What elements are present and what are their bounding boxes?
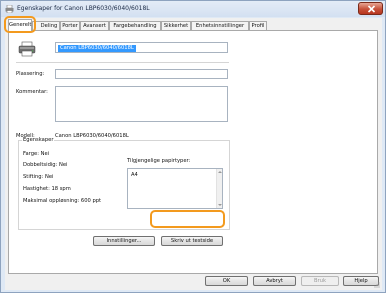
printer-small-icon xyxy=(5,5,14,13)
comment-field[interactable] xyxy=(55,86,228,122)
paper-types-label: Tilgjengelige papirtyper: xyxy=(127,158,191,164)
printer-name-field[interactable]: Canon LBP6030/6040/6018L xyxy=(55,42,228,53)
test-page-highlight xyxy=(150,210,225,228)
feature-staple: Stifting: Nei xyxy=(23,174,54,180)
model-value: Canon LBP6030/6040/6018L xyxy=(55,133,129,139)
features-title: Egenskaper xyxy=(22,137,55,143)
dialog-client: Generelt Deling Porter Avansert Fargebeh… xyxy=(5,18,382,290)
title-bar[interactable]: Egenskaper for Canon LBP6030/6040/6018L xyxy=(1,1,385,17)
print-test-page-button[interactable]: Skriv ut testside xyxy=(161,236,223,246)
close-button[interactable] xyxy=(358,2,383,15)
feature-color: Farge: Nei xyxy=(23,151,50,157)
feature-resolution: Maksimal oppløsning: 600 ppt xyxy=(23,198,102,204)
paper-types-list[interactable]: A4 xyxy=(127,168,223,209)
window-title: Egenskaper for Canon LBP6030/6040/6018L xyxy=(17,5,150,12)
paper-list-scrollbar[interactable] xyxy=(216,169,222,208)
comment-label: Kommentar: xyxy=(16,89,48,95)
list-item[interactable]: A4 xyxy=(131,172,138,178)
resize-grip-icon[interactable] xyxy=(373,281,380,288)
preferences-button[interactable]: Innstillinger... xyxy=(93,236,155,246)
feature-speed: Hastighet: 18 spm xyxy=(23,186,71,192)
scroll-down-icon[interactable] xyxy=(218,203,222,207)
cancel-button[interactable]: Avbryt xyxy=(253,276,296,286)
printer-name-value: Canon LBP6030/6040/6018L xyxy=(58,44,136,52)
printer-icon xyxy=(18,41,36,57)
properties-window: Egenskaper for Canon LBP6030/6040/6018L … xyxy=(0,0,386,293)
location-field[interactable] xyxy=(55,69,228,79)
ok-button[interactable]: OK xyxy=(205,276,248,286)
tab-generelt[interactable]: Generelt xyxy=(8,19,32,31)
general-tab-panel: Canon LBP6030/6040/6018L Plassering: Kom… xyxy=(8,30,378,274)
feature-duplex: Dobbeltsidig: Nei xyxy=(23,162,68,168)
location-label: Plassering: xyxy=(16,71,45,77)
scroll-up-icon[interactable] xyxy=(218,170,222,174)
close-icon xyxy=(367,5,376,13)
divider xyxy=(16,62,229,63)
apply-button[interactable]: Bruk xyxy=(301,276,339,286)
tab-deling-label: Deling xyxy=(40,23,58,29)
